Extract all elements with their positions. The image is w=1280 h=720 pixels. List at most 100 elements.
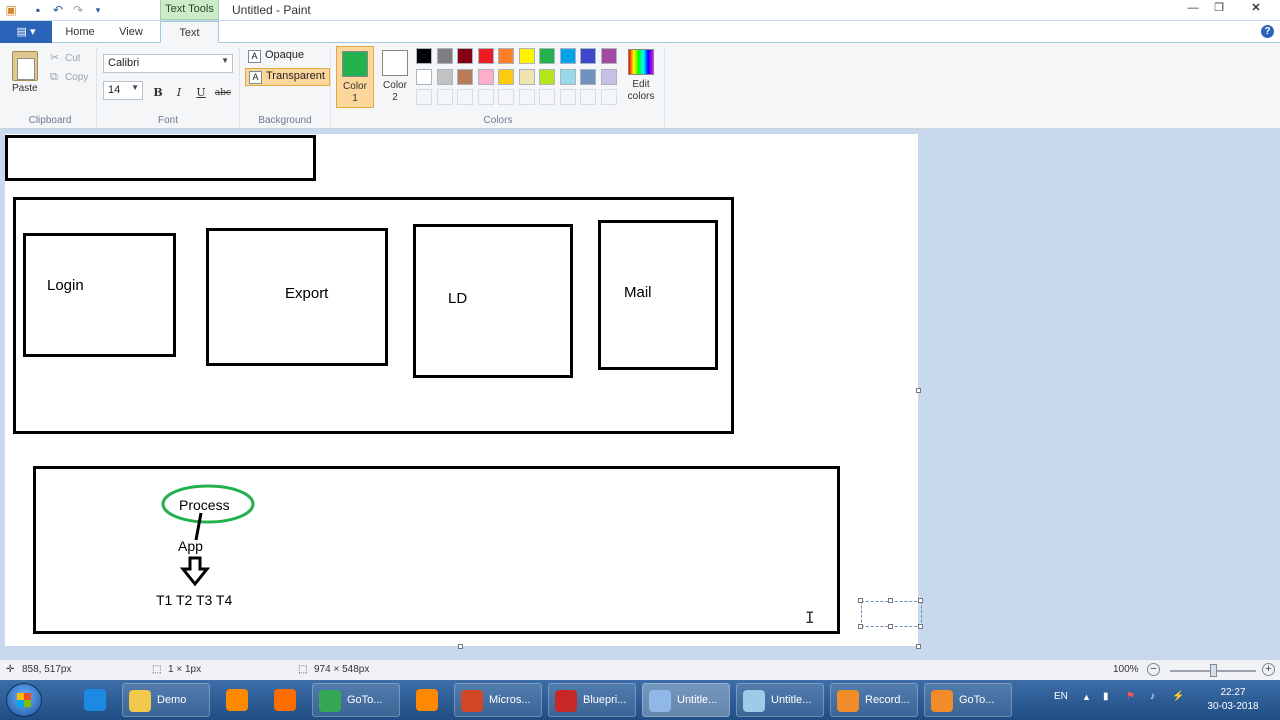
palette-swatch[interactable] (498, 48, 514, 64)
palette-empty-slot[interactable] (477, 89, 494, 105)
palette-swatch[interactable] (539, 68, 555, 85)
paint-menu-button[interactable]: ▤ ▾ (0, 21, 52, 43)
zoom-in-button[interactable]: + (1262, 663, 1275, 676)
palette-swatch[interactable] (457, 68, 473, 85)
palette-swatch[interactable] (518, 48, 535, 64)
palette-swatch[interactable] (477, 68, 494, 85)
network-icon[interactable]: ▮ (1103, 691, 1109, 720)
palette-empty-slot[interactable] (539, 89, 555, 105)
paste-icon[interactable] (12, 51, 38, 81)
taskbar-item-pdf[interactable]: Bluepri... (548, 683, 636, 717)
taskbar-item-chrome[interactable]: GoTo... (312, 683, 400, 717)
palette-swatch[interactable] (559, 48, 576, 64)
show-hidden-icons-icon[interactable]: ▲ (1082, 692, 1091, 720)
help-icon[interactable]: ? (1261, 25, 1274, 38)
language-indicator[interactable]: EN (1054, 691, 1068, 720)
color-2-swatch (382, 50, 408, 76)
ld-box (413, 224, 573, 378)
taskbar-item-ie[interactable] (74, 683, 116, 717)
palette-swatch[interactable] (457, 48, 473, 64)
security-icon[interactable]: ⚑ (1126, 691, 1135, 720)
canvas-resize-handle-corner[interactable] (916, 644, 921, 649)
palette-empty-slot[interactable] (518, 89, 535, 105)
taskbar-item-media-player[interactable] (216, 683, 258, 717)
underline-button[interactable]: U (191, 84, 211, 102)
tab-text[interactable]: Text (160, 21, 219, 43)
canvas-resize-handle-right[interactable] (916, 388, 921, 393)
tab-view[interactable]: View (110, 21, 152, 43)
drawing-canvas[interactable]: Login Export LD Mail Process App T1 T2 T… (5, 134, 918, 646)
redo-icon[interactable]: ↷ (71, 3, 85, 17)
palette-swatch[interactable] (600, 48, 617, 64)
palette-swatch[interactable] (559, 68, 576, 85)
palette-swatch[interactable] (580, 68, 596, 85)
taskbar-item-vlc[interactable] (406, 683, 448, 717)
workspace[interactable]: Login Export LD Mail Process App T1 T2 T… (0, 130, 1280, 658)
palette-swatch[interactable] (436, 68, 453, 85)
palette-empty-slot[interactable] (559, 89, 576, 105)
taskbar-item-firefox[interactable] (264, 683, 306, 717)
minimize-button[interactable]: — (1180, 0, 1206, 18)
taskbar-item-gotomeeting[interactable]: GoTo... (924, 683, 1012, 717)
palette-swatch[interactable] (416, 68, 432, 85)
palette-swatch[interactable] (436, 48, 453, 64)
palette-swatch[interactable] (580, 48, 596, 64)
palette-empty-slot[interactable] (498, 89, 514, 105)
canvas-resize-handle-bottom[interactable] (458, 644, 463, 649)
palette-empty-slot[interactable] (457, 89, 473, 105)
process-connector-line (194, 512, 203, 541)
palette-empty-slot[interactable] (436, 89, 453, 105)
taskbar-item-paint[interactable]: Untitle... (642, 683, 730, 717)
transparent-button[interactable]: A Transparent (245, 68, 330, 86)
close-button[interactable]: ✕ (1236, 0, 1276, 18)
paste-button[interactable]: Paste (12, 83, 38, 94)
palette-swatch[interactable] (600, 68, 617, 85)
zoom-out-button[interactable]: − (1147, 663, 1160, 676)
save-icon[interactable]: ▪ (31, 3, 45, 17)
copy-button[interactable]: ⧉ Copy (50, 71, 88, 84)
taskbar-item-label: Record... (865, 694, 910, 706)
text-box-handle[interactable] (918, 598, 923, 603)
volume-icon[interactable]: ♪ (1150, 691, 1155, 720)
clipboard-group-label: Clipboard (28, 115, 72, 126)
paint-app-icon[interactable]: ▣ (4, 3, 18, 17)
taskbar-item-gotomeeting[interactable]: Record... (830, 683, 918, 717)
palette-empty-slot[interactable] (600, 89, 617, 105)
bold-button[interactable]: B (148, 84, 168, 102)
clock[interactable]: 22:27 30-03-2018 (1200, 686, 1266, 714)
taskbar-item-label: Untitle... (771, 694, 812, 706)
text-box-handle[interactable] (858, 598, 863, 603)
empty-rectangle (5, 135, 316, 181)
text-box-handle[interactable] (888, 624, 893, 629)
italic-button[interactable]: I (169, 84, 189, 102)
taskbar-item-folder[interactable]: Demo (122, 683, 210, 717)
start-button[interactable] (6, 683, 42, 717)
text-box-handle[interactable] (858, 624, 863, 629)
palette-swatch[interactable] (416, 48, 432, 64)
palette-swatch[interactable] (477, 48, 494, 64)
palette-empty-slot[interactable] (416, 89, 432, 105)
cut-button[interactable]: ✂ Cut (50, 51, 81, 64)
maximize-button[interactable]: ❐ (1206, 0, 1232, 18)
color-spectrum-icon (628, 49, 654, 75)
customize-quick-access-icon[interactable]: ▾ (91, 3, 105, 17)
undo-icon[interactable]: ↶ (51, 3, 65, 17)
text-box-handle[interactable] (888, 598, 893, 603)
zoom-slider-thumb[interactable] (1210, 664, 1218, 677)
font-family-select[interactable]: Calibri ▼ (103, 54, 233, 73)
font-size-select[interactable]: 14 ▼ (103, 81, 143, 100)
tab-home[interactable]: Home (60, 21, 100, 43)
edit-colors-button[interactable]: Edit colors (624, 49, 658, 103)
taskbar-item-powerpoint[interactable]: Micros... (454, 683, 542, 717)
opaque-button[interactable]: A Opaque (245, 48, 308, 66)
strikethrough-button[interactable]: abc (213, 84, 233, 102)
palette-swatch[interactable] (498, 68, 514, 85)
palette-swatch[interactable] (539, 48, 555, 64)
taskbar-item-notepad[interactable]: Untitle... (736, 683, 824, 717)
power-icon[interactable]: ⚡ (1172, 691, 1184, 720)
palette-swatch[interactable] (518, 68, 535, 85)
color-2-button[interactable]: Color 2 (376, 46, 414, 108)
text-box-handle[interactable] (918, 624, 923, 629)
color-1-button[interactable]: Color 1 (336, 46, 374, 108)
palette-empty-slot[interactable] (580, 89, 596, 105)
